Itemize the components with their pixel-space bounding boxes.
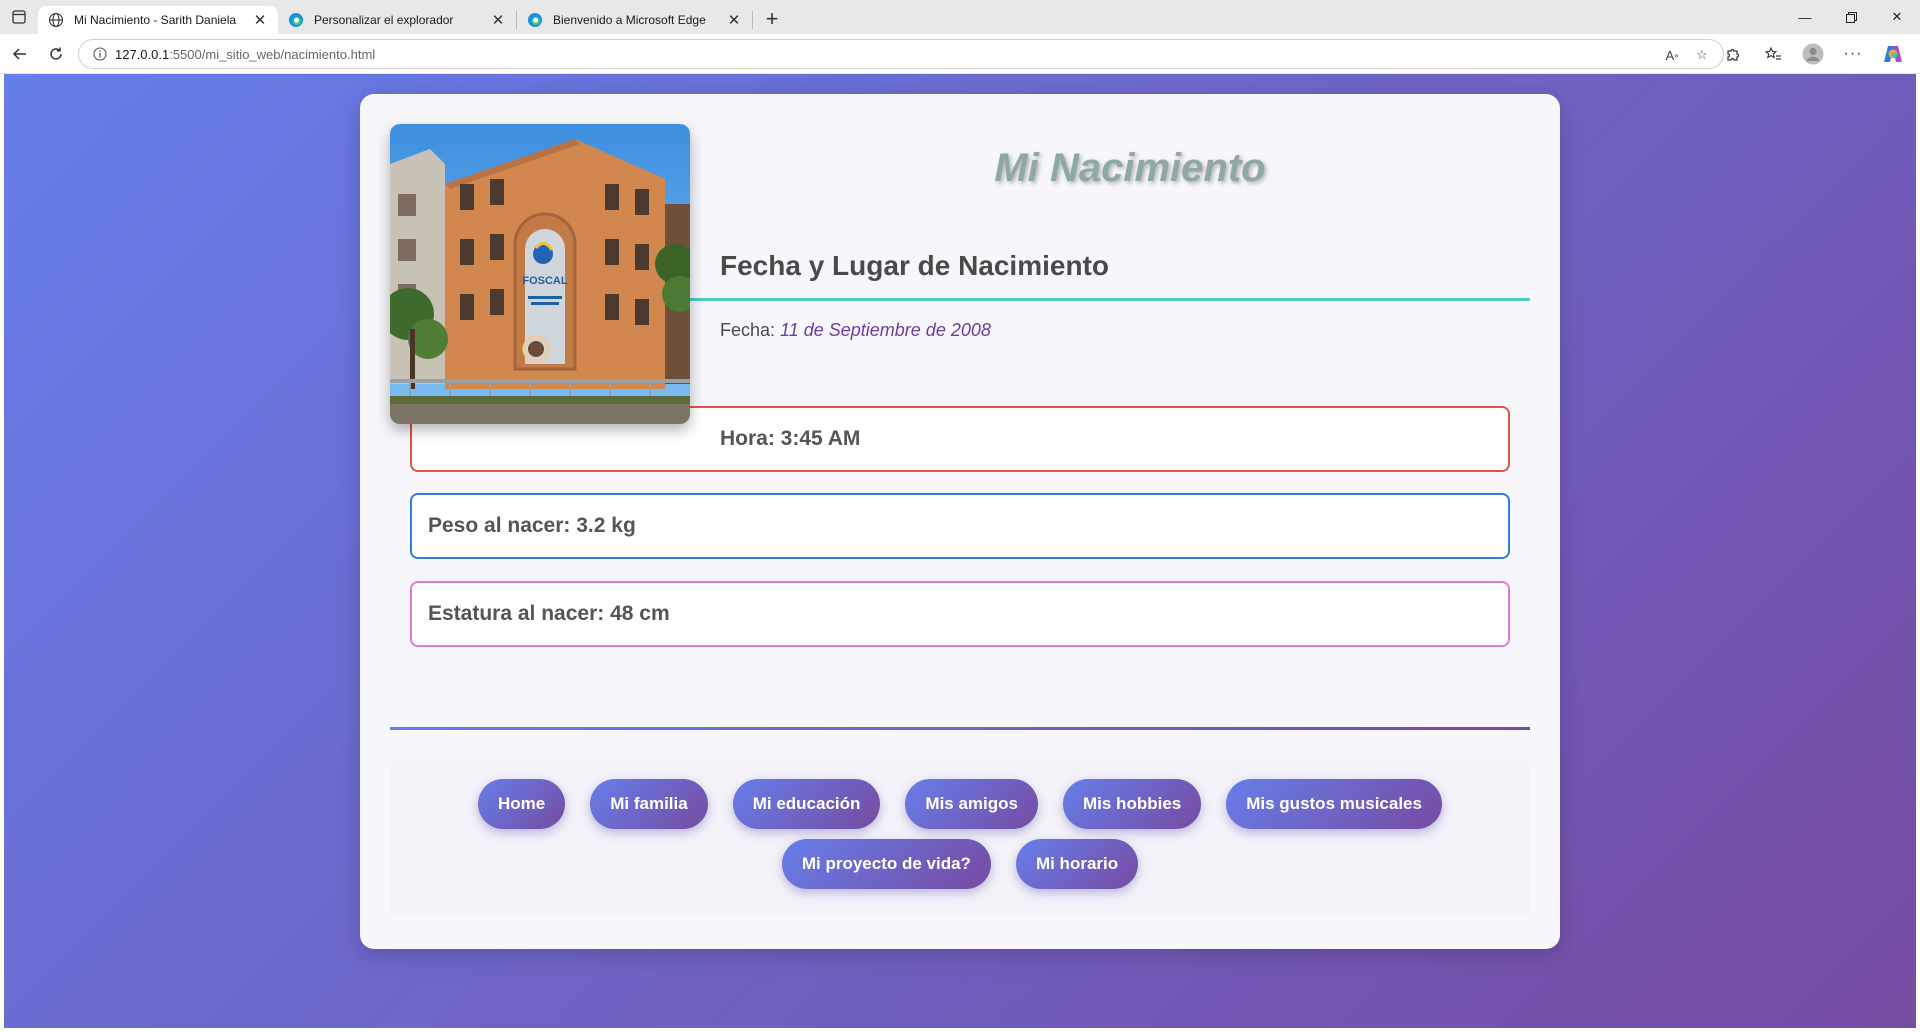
content-card: FOSCAL Mi Nacimiento Fecha y Lugar de Na…	[360, 94, 1560, 949]
nav-mi-familia-button[interactable]: Mi familia	[590, 779, 708, 829]
avatar-icon	[1802, 43, 1824, 65]
globe-icon	[48, 12, 64, 28]
tab-actions-button[interactable]	[0, 0, 38, 34]
tab-mi-nacimiento[interactable]: Mi Nacimiento - Sarith Daniela ✕	[38, 6, 278, 34]
section-title: Fecha y Lugar de Nacimiento	[720, 250, 1109, 281]
minimize-button[interactable]: ―	[1782, 0, 1828, 34]
tab-actions-icon	[12, 10, 26, 24]
tab-title: Mi Nacimiento - Sarith Daniela	[74, 13, 237, 27]
page-title: Mi Nacimiento	[994, 146, 1266, 190]
address-bar[interactable]: 127.0.0.1:5500/mi_sitio_web/nacimiento.h…	[78, 39, 1724, 69]
tab-personalizar[interactable]: Personalizar el explorador ✕	[278, 6, 516, 34]
section-divider	[690, 298, 1530, 301]
close-window-button[interactable]: ✕	[1874, 0, 1920, 34]
nav-mis-amigos-button[interactable]: Mis amigos	[905, 779, 1038, 829]
nav-mi-proyecto-de-vida-button[interactable]: Mi proyecto de vida?	[781, 839, 991, 889]
url-text: 127.0.0.1:5500/mi_sitio_web/nacimiento.h…	[115, 47, 375, 62]
birth-height-text: Estatura al nacer: 48 cm	[428, 602, 670, 625]
birth-date-value: 11 de Septiembre de 2008	[780, 320, 991, 340]
nav-row-1: Home Mi familia Mi educación Mis amigos …	[390, 779, 1530, 829]
read-aloud-icon[interactable]: A»	[1661, 44, 1683, 66]
site-info-icon[interactable]	[85, 47, 115, 61]
tab-title: Personalizar el explorador	[314, 13, 454, 27]
favorites-button[interactable]	[1756, 38, 1790, 70]
plus-icon: +	[765, 6, 779, 31]
birth-time-text: Hora: 3:45 AM	[720, 427, 861, 450]
restore-button[interactable]	[1828, 0, 1874, 34]
nav-mis-gustos-musicales-button[interactable]: Mis gustos musicales	[1226, 779, 1442, 829]
tab-strip: Mi Nacimiento - Sarith Daniela ✕ Persona…	[0, 0, 1920, 34]
copilot-icon	[1884, 46, 1902, 62]
birth-date: Fecha: 11 de Septiembre de 2008	[720, 320, 991, 341]
edge-icon	[528, 13, 542, 27]
nav-mi-horario-button[interactable]: Mi horario	[1015, 839, 1139, 889]
reload-button[interactable]	[38, 38, 74, 70]
birth-weight-text: Peso al nacer: 3.2 kg	[428, 514, 636, 537]
edge-icon	[289, 13, 303, 27]
nav-home-button[interactable]: Home	[478, 779, 566, 829]
more-menu-button[interactable]: ···	[1836, 38, 1870, 70]
hospital-building-image: FOSCAL	[390, 124, 690, 424]
url-path: :5500/mi_sitio_web/nacimiento.html	[169, 46, 376, 62]
copilot-button[interactable]	[1876, 38, 1910, 70]
more-dots-icon: ···	[1843, 45, 1863, 62]
back-arrow-icon	[12, 47, 26, 60]
nav-mi-educacion-button[interactable]: Mi educación	[732, 779, 881, 829]
url-host: 127.0.0.1	[115, 46, 170, 62]
profile-button[interactable]	[1796, 38, 1830, 70]
close-tab-icon[interactable]: ✕	[724, 10, 744, 30]
minimize-icon: ―	[1798, 9, 1812, 25]
birth-weight-box: Peso al nacer: 3.2 kg	[410, 493, 1510, 559]
page-viewport: FOSCAL Mi Nacimiento Fecha y Lugar de Na…	[4, 74, 1916, 1028]
nav-row-2: Mi proyecto de vida? Mi horario	[390, 839, 1530, 889]
photo-sign-text: FOSCAL	[522, 275, 568, 287]
site-navigation: Home Mi familia Mi educación Mis amigos …	[390, 759, 1530, 914]
nav-mis-hobbies-button[interactable]: Mis hobbies	[1063, 779, 1202, 829]
nav-divider	[390, 727, 1530, 730]
restore-icon	[1845, 11, 1857, 23]
window-controls: ― ✕	[1782, 0, 1920, 34]
address-bar-actions: A» ☆	[1661, 44, 1713, 66]
tab-title: Bienvenido a Microsoft Edge	[553, 13, 706, 27]
birth-date-label: Fecha:	[720, 320, 776, 340]
close-tab-icon[interactable]: ✕	[250, 10, 270, 30]
hospital-photo: FOSCAL	[390, 124, 690, 424]
back-button[interactable]	[2, 38, 38, 70]
toolbar-actions: ···	[1716, 38, 1910, 70]
tab-bienvenido[interactable]: Bienvenido a Microsoft Edge ✕	[517, 6, 752, 34]
new-tab-button[interactable]: +	[757, 5, 787, 33]
favorites-list-icon	[1764, 46, 1781, 60]
tab-separator	[752, 11, 753, 29]
birth-height-box: Estatura al nacer: 48 cm	[410, 581, 1510, 647]
close-icon: ✕	[1891, 9, 1903, 24]
close-tab-icon[interactable]: ✕	[488, 10, 508, 30]
favorite-star-icon[interactable]: ☆	[1691, 44, 1713, 66]
browser-toolbar: 127.0.0.1:5500/mi_sitio_web/nacimiento.h…	[0, 34, 1920, 74]
reload-icon	[50, 47, 62, 60]
extensions-button[interactable]	[1716, 38, 1750, 70]
puzzle-icon	[1726, 48, 1739, 61]
